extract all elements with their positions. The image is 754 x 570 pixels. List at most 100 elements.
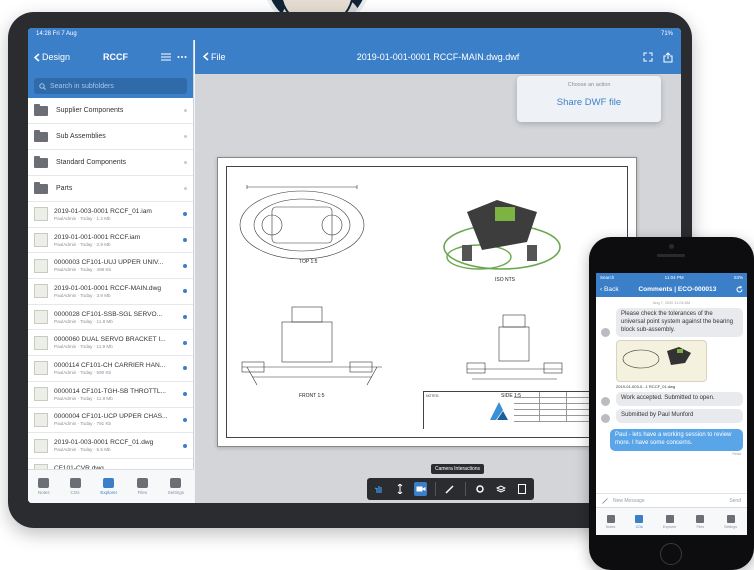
layers-icon[interactable] [494, 482, 507, 496]
sheet-icon[interactable] [515, 482, 528, 496]
status-carrier: Search [600, 274, 615, 280]
phone-back-button[interactable]: ‹ Back [600, 286, 619, 293]
comment-text: Paul - lets have a working session to re… [615, 431, 732, 446]
camera-icon[interactable] [414, 482, 428, 496]
explorer-header: Design RCCF [28, 40, 193, 74]
folder-item[interactable]: Parts [28, 176, 193, 202]
tablet-status-bar: 14:28 Fri 7 Aug 71% [28, 28, 681, 40]
folder-item[interactable]: Standard Components [28, 150, 193, 176]
attach-pen-icon[interactable] [602, 497, 608, 504]
my-comment-bubble: Paul - lets have a working session to re… [610, 428, 743, 451]
search-input[interactable]: Search in subfolders [34, 78, 187, 94]
tab-explorer[interactable]: Explorer [100, 478, 117, 495]
toolbar-tooltip: Camera Interactions [431, 464, 485, 474]
tab-files[interactable]: Files [136, 478, 148, 495]
drawing-preview [622, 347, 691, 369]
file-meta: PaulAdmin · Today · 791 Kb [54, 421, 112, 427]
tab-explorer[interactable]: Explorer [663, 514, 676, 529]
file-item[interactable]: 0000003 CF101-UUJ UPPER UNIV... PaulAdmin… [28, 253, 193, 280]
share-dwf-button[interactable]: Share DWF file [517, 97, 661, 108]
tab-label: Files [137, 490, 148, 495]
iso-view [443, 200, 561, 270]
tab-cos[interactable]: COs [69, 478, 81, 495]
refresh-icon[interactable] [736, 285, 743, 293]
file-name: 2019-01-001-0001 RCCF.iam [54, 233, 141, 241]
gear-icon[interactable] [474, 482, 487, 496]
message-input[interactable]: New Message Send [596, 493, 747, 507]
tab-cos[interactable]: COs [635, 514, 644, 529]
phone-speaker [657, 254, 685, 257]
file-item[interactable]: 2019-01-003-0001 RCCF_01.dwg PaulAdmin · … [28, 433, 193, 459]
file-item[interactable]: 0000004 CF101-UCP UPPER CHAS... PaulAdmin… [28, 408, 193, 434]
back-button[interactable]: Design [34, 52, 70, 62]
tab-settings[interactable]: Settings [724, 514, 738, 529]
status-battery: 71% [660, 31, 673, 37]
folder-title: RCCF [103, 52, 128, 62]
file-status-dot [183, 289, 187, 294]
vertical-move-icon[interactable] [394, 482, 407, 496]
file-meta: PaulAdmin · Today · 2.9 Mb [54, 241, 111, 247]
avatar [601, 413, 610, 423]
folder-indicator [184, 187, 187, 190]
folder-indicator [184, 161, 187, 164]
file-status-dot [183, 443, 187, 448]
tab-settings[interactable]: Settings [168, 478, 184, 495]
tab-files[interactable]: Files [696, 514, 705, 529]
phone-screen: Search 11:04 PM 53% ‹ Back Comments | EC… [596, 273, 747, 535]
iso-view-label: ISO NTS [495, 277, 516, 283]
tablet-tab-bar: Notes COs Explorer Files Settings [28, 469, 194, 503]
file-item[interactable]: 0000028 CF101-SSB-SGL SERVO... PaulAdmin … [28, 305, 193, 331]
more-icon[interactable] [177, 53, 187, 61]
explorer-icon [103, 478, 115, 488]
markup-pen-icon[interactable] [444, 482, 457, 496]
file-item[interactable]: 2019-01-001-0001 RCCF.iam PaulAdmin · Tod… [28, 228, 193, 254]
drawing-sheet[interactable]: TOP 1:5 ISO NTS FRONT 1:5 SIDE 1:5 NOTES… [217, 157, 637, 447]
folder-item[interactable]: Sub Assemblies [28, 124, 193, 150]
tab-notes[interactable]: Notes [38, 478, 50, 495]
front-view [241, 306, 382, 386]
tab-label: Files [696, 524, 705, 529]
file-name: 0000014 CF101-TGH-SB THROTTL... [54, 387, 167, 395]
tab-label: Settings [724, 524, 738, 529]
file-thumbnail [34, 335, 48, 350]
filter-icon[interactable] [161, 53, 171, 61]
file-status-dot [183, 366, 187, 371]
action-menu-header: Choose an action [567, 82, 611, 88]
folder-icon [34, 103, 48, 116]
autodesk-logo-icon [484, 392, 514, 429]
file-meta: PaulAdmin · Today · 11.9 Mb [54, 344, 113, 350]
folder-item[interactable]: Supplier Components [28, 98, 193, 124]
file-item[interactable]: 0000060 DUAL SERVO BRACKET I... PaulAdmin… [28, 330, 193, 357]
file-item[interactable]: 0000014 CF101-TGH-SB THROTTL... PaulAdmin… [28, 382, 193, 408]
folder-indicator [184, 109, 187, 112]
file-status-dot [183, 263, 187, 268]
tab-label: Settings [167, 490, 185, 495]
send-button[interactable]: Send [729, 498, 741, 504]
share-icon[interactable] [663, 51, 673, 63]
comment-bubble: Submitted by Paul Munford [601, 409, 743, 423]
file-status-dot [183, 212, 187, 217]
tab-label: Notes [605, 524, 616, 529]
file-status-dot [183, 238, 187, 243]
folder-icon [34, 129, 48, 142]
front-camera [669, 244, 674, 249]
file-item[interactable]: 2019-01-001-0001 RCCF-MAIN.dwg PaulAdmin … [28, 279, 193, 305]
comments-header: ‹ Back Comments | ECO-000013 [596, 281, 747, 297]
avatar [601, 397, 610, 407]
fullscreen-icon[interactable] [643, 52, 653, 62]
file-back-button[interactable]: File [203, 52, 263, 62]
file-name: 0000060 DUAL SERVO BRACKET I... [54, 336, 166, 344]
file-name: 0000003 CF101-UUJ UPPER UNIV... [54, 259, 164, 267]
file-meta: PaulAdmin · Today · 11.8 Mb [54, 395, 113, 401]
file-item[interactable]: 2019-01-003-0001 RCCF_01.iam PaulAdmin · … [28, 202, 193, 228]
tab-notes[interactable]: Notes [605, 514, 616, 529]
toolbar-divider [435, 482, 437, 496]
file-item[interactable]: 0000114 CF101-CH CARRIER HAN... PaulAdmin… [28, 356, 193, 382]
pan-hand-icon[interactable] [373, 482, 386, 496]
file-status-dot [183, 417, 187, 422]
home-button[interactable] [660, 543, 682, 565]
message-date: Aug 7, 2020 11:04 AM [652, 301, 691, 305]
attached-drawing-thumbnail[interactable] [616, 340, 707, 383]
cos-icon [69, 478, 81, 488]
file-thumbnail [34, 258, 48, 273]
